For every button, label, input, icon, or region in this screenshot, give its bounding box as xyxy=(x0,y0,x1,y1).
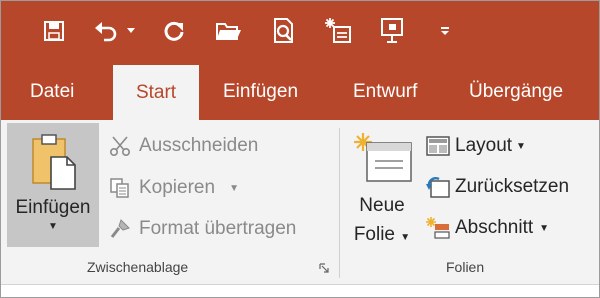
reset-label: Zurücksetzen xyxy=(455,176,570,197)
copy-dropdown-icon[interactable]: ▼ xyxy=(229,183,239,194)
powerpoint-window: Datei Start Einfügen Entwurf Übergänge E… xyxy=(0,0,600,298)
scissors-icon xyxy=(107,133,133,159)
ribbon-bottom-edge xyxy=(1,284,599,297)
new-slide-label-line2: Folie ▼ xyxy=(353,224,411,245)
layout-button[interactable]: Layout ▼ xyxy=(425,132,526,160)
tab-datei[interactable]: Datei xyxy=(28,63,76,120)
ribbon-tabs: Datei Start Einfügen Entwurf Übergänge xyxy=(1,63,599,122)
dialog-launcher-icon[interactable] xyxy=(319,263,329,273)
undo-dropdown-icon[interactable] xyxy=(123,14,139,48)
copy-label: Kopieren xyxy=(139,177,216,198)
copy-button[interactable]: Kopieren ▼ xyxy=(107,174,239,202)
slides-group-label: Folien xyxy=(446,259,485,275)
tab-start[interactable]: Start xyxy=(113,65,199,122)
new-slide-button[interactable]: Neue Folie ▼ xyxy=(349,127,415,257)
quick-access-toolbar xyxy=(1,1,599,63)
format-painter-button[interactable]: Format übertragen xyxy=(107,215,296,243)
new-slide-large-icon xyxy=(354,133,412,182)
copy-icon xyxy=(107,175,133,201)
layout-icon xyxy=(425,133,451,159)
tab-entwurf[interactable]: Entwurf xyxy=(351,63,419,120)
new-slide-icon[interactable] xyxy=(321,14,355,48)
section-button[interactable]: Abschnitt ▼ xyxy=(425,214,549,242)
reset-slide-icon xyxy=(425,174,451,200)
clipboard-group-label: Zwischenablage xyxy=(87,259,189,275)
section-icon xyxy=(425,215,451,241)
format-painter-label: Format übertragen xyxy=(139,218,297,239)
chevron-down-icon: ▼ xyxy=(48,221,58,232)
open-folder-icon[interactable] xyxy=(212,14,246,48)
paintbrush-icon xyxy=(107,216,133,242)
cut-button[interactable]: Ausschneiden xyxy=(107,132,258,160)
reset-button[interactable]: Zurücksetzen xyxy=(425,173,569,201)
redo-icon[interactable] xyxy=(157,14,191,48)
presentation-icon[interactable] xyxy=(376,14,410,48)
group-divider xyxy=(339,128,340,278)
paste-label: Einfügen xyxy=(15,197,91,218)
undo-icon[interactable] xyxy=(89,14,123,48)
print-preview-icon[interactable] xyxy=(267,14,301,48)
clipboard-icon xyxy=(32,134,76,190)
customize-qat-icon[interactable] xyxy=(435,14,455,48)
paste-button[interactable]: Einfügen ▼ xyxy=(7,123,99,247)
layout-dropdown-icon: ▼ xyxy=(516,140,526,152)
section-label: Abschnitt xyxy=(455,217,534,238)
cut-label: Ausschneiden xyxy=(139,135,259,156)
section-dropdown-icon: ▼ xyxy=(539,222,550,234)
new-slide-label-line1: Neue xyxy=(359,195,405,216)
tab-uebergaenge[interactable]: Übergänge xyxy=(467,63,565,120)
save-icon[interactable] xyxy=(37,14,71,48)
layout-label: Layout xyxy=(455,135,513,156)
tab-einfuegen[interactable]: Einfügen xyxy=(221,63,300,120)
